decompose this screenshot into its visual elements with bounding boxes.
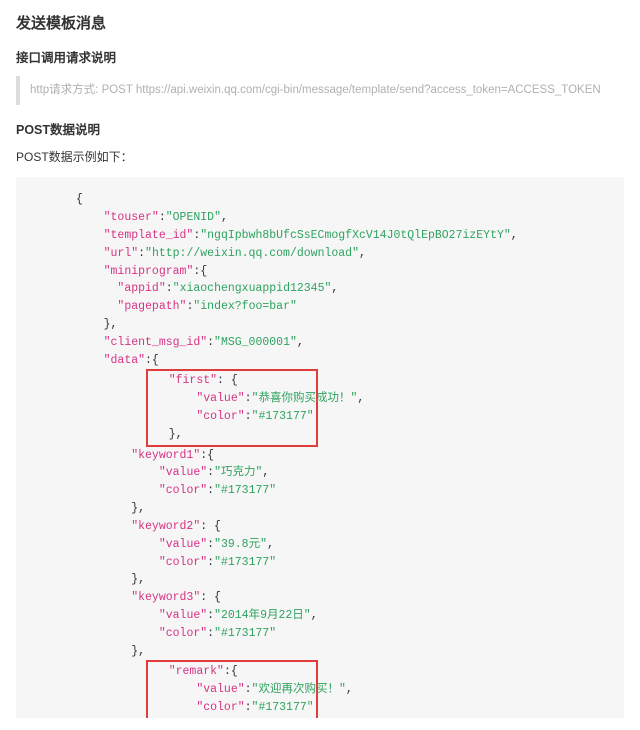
json-appid-key: appid [124, 282, 159, 295]
http-request-line: http请求方式: POST https://api.weixin.qq.com… [16, 76, 624, 105]
json-appid-val: xiaochengxuappid12345 [180, 282, 325, 295]
json-value-key: value [166, 466, 201, 479]
json-url: http://weixin.qq.com/download [152, 247, 352, 260]
json-keyword3-color: #173177 [221, 627, 269, 640]
json-color-key: color [203, 410, 238, 423]
json-template-id: ngqIpbwh8bUfcSsECmogfXcV14J0tQlEpBO27izE… [207, 229, 504, 242]
json-remark-value: 欢迎再次购买！ [258, 683, 339, 696]
code-block: { "touser":"OPENID", "template_id":"ngqI… [16, 177, 624, 718]
json-keyword1-color: #173177 [221, 484, 269, 497]
json-touser: OPENID [173, 211, 214, 224]
json-client-msg-id-val: MSG_000001 [221, 336, 290, 349]
json-remark-color: #173177 [258, 701, 306, 714]
highlight-remark: "remark":{ "value":"欢迎再次购买！", "color":"#… [146, 660, 318, 717]
json-data-key: data [111, 354, 139, 367]
json-miniprogram-key: miniprogram [111, 265, 187, 278]
json-value-key: value [166, 609, 201, 622]
json-pagepath-val: index?foo=bar [200, 300, 290, 313]
json-keyword1-key: keyword1 [138, 449, 193, 462]
json-value-key: value [203, 683, 238, 696]
section-request-title: 接口调用请求说明 [16, 47, 624, 66]
section-post-title: POST数据说明 [16, 119, 624, 138]
json-first-value: 恭喜你购买成功！ [258, 392, 350, 405]
json-keyword3-key: keyword3 [138, 591, 193, 604]
json-client-msg-id-key: client_msg_id [111, 336, 201, 349]
page-title: 发送模板消息 [16, 12, 624, 33]
json-first-color: #173177 [258, 410, 306, 423]
json-color-key: color [166, 627, 201, 640]
json-keyword2-key: keyword2 [138, 520, 193, 533]
json-color-key: color [166, 556, 201, 569]
json-keyword2-value: 39.8元 [221, 538, 260, 551]
json-keyword3-value: 2014年9月22日 [221, 609, 304, 622]
json-keyword2-color: #173177 [221, 556, 269, 569]
json-color-key: color [166, 484, 201, 497]
highlight-first: "first": { "value":"恭喜你购买成功！", "color":"… [146, 369, 318, 446]
json-keyword1-value: 巧克力 [221, 466, 256, 479]
json-color-key: color [203, 701, 238, 714]
json-value-key: value [203, 392, 238, 405]
post-example-label: POST数据示例如下： [16, 148, 624, 165]
json-value-key: value [166, 538, 201, 551]
json-remark-key: remark [176, 665, 217, 678]
json-first-key: first [176, 374, 211, 387]
json-pagepath-key: pagepath [124, 300, 179, 313]
